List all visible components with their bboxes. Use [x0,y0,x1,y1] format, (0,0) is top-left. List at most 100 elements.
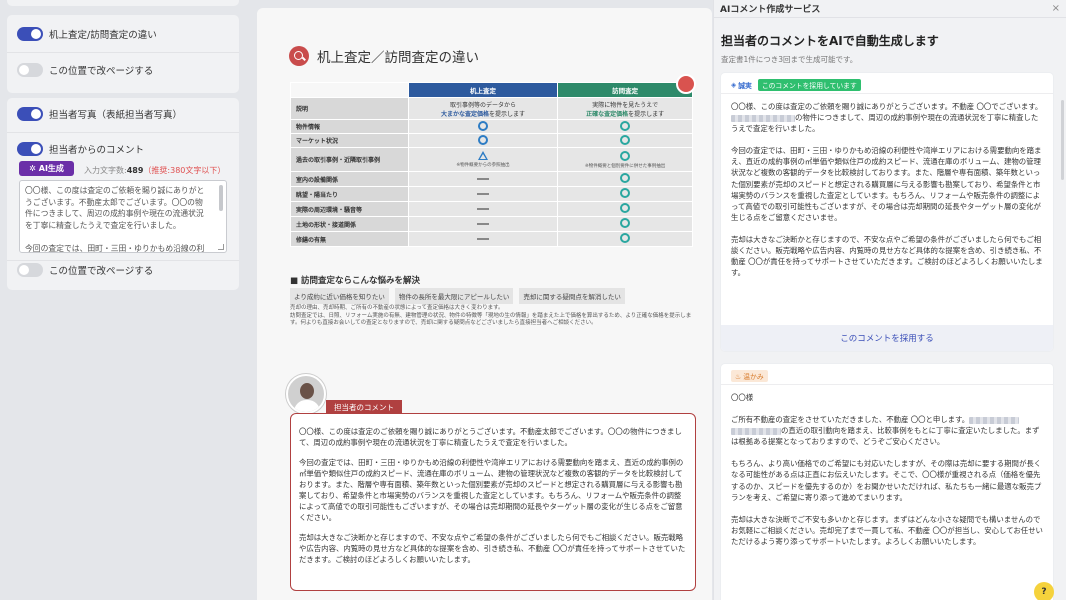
col-header-visit-label: 訪問査定 [612,87,639,95]
row-label: 過去の取引事例・近隣取引事例 [290,147,409,172]
redacted-text [731,114,795,122]
circle-mark-icon [620,203,631,213]
resize-grip-icon[interactable] [218,244,224,250]
circle-mark-icon [620,150,631,161]
hand-icon [676,74,696,94]
divider [7,132,239,133]
cell-visit [557,119,693,134]
dash-mark-icon [477,193,490,195]
circle-mark-icon [478,120,489,131]
row-label: マーケット状況 [290,133,409,148]
comment-option-2[interactable]: ♨ 温かみ 〇〇様 ご所有不動産の査定をさせていただきました、不動産 〇〇と申し… [721,364,1053,600]
photo-toggle-label: 担当者写真（表紙担当者写真） [49,110,183,121]
char-count-value: 489 [126,166,144,175]
circle-mark-icon [620,188,631,198]
dash-mark-icon [477,208,490,210]
pagebreak-row-1[interactable]: この位置で改ページする [17,63,153,77]
divider [714,17,1066,18]
comment-option-1[interactable]: ◈ 誠実 このコメントを採用しています 〇〇様、この度は査定のご依頼を賜り誠にあり… [721,73,1053,351]
desc-desk: 取引事例等のデータから 大まかな査定価格を提示します [407,97,559,120]
tone-badge-label: 温かみ [743,373,764,381]
desc-desk-text: 取引事例等のデータから [450,101,517,109]
comment-paragraph: 今回の査定では、田町・三田・ゆりかもめ沿線の利便性や湾岸エリアにおける需要動向を… [299,458,684,522]
table-corner [290,82,409,98]
cell-desk [407,119,559,134]
dash-mark-icon [477,178,490,180]
adopt-comment-button[interactable]: このコメントを採用する [721,325,1053,351]
tone-badge-label: 誠実 [738,82,752,90]
option-text: 売却は大きな決断でご不安も多いかと存じます。まずはどんな小さな疑問でも構いません… [731,514,1043,546]
ai-sparkle-icon: ✲ [29,164,36,173]
row-label: 眺望・陽当たり [290,186,409,202]
settings-card-compare: 机上査定/訪問査定の違い この位置で改ページする [7,15,239,93]
help-icon[interactable]: ? [1034,582,1054,600]
adopted-badge: このコメントを採用しています [757,79,861,91]
photo-toggle-row[interactable]: 担当者写真（表紙担当者写真） [17,107,182,121]
tone-badge: ◈ 誠実 [731,80,752,90]
redacted-text [969,416,1020,424]
close-icon[interactable]: × [1052,3,1060,14]
char-count-recommend: （推奨:380文字以下） [143,166,226,175]
tone-badge: ♨ 温かみ [731,370,768,382]
textarea-scrollbar[interactable] [219,185,223,211]
cell-desk [407,186,559,202]
worry-tag: より成約に近い価格を知りたい [290,288,389,304]
drawer-title: 担当者のコメントをAIで自動生成します [721,34,939,48]
cell-visit [557,216,693,232]
desc-visit-tail: を提示します [628,110,665,118]
ai-generate-label: AI生成 [38,164,64,173]
row-label: 修繕の有無 [290,231,409,247]
drawer-scrollbar[interactable] [1061,100,1064,180]
comment-textarea[interactable]: 〇〇様、この度は査定のご依頼を賜り誠にありがとうございます。不動産太郎でございま… [19,180,227,253]
compare-toggle-row[interactable]: 机上査定/訪問査定の違い [17,27,157,41]
cell-visit [557,186,693,202]
pagebreak-label-1: この位置で改ページする [49,66,154,77]
row-label: 物件情報 [290,119,409,134]
cell-visit [557,133,693,148]
option-text: もちろん、より高い価格でのご希望にも対応いたしますが、その際は売却に要する期間が… [731,459,1042,502]
circle-mark-icon [620,134,631,145]
circle-mark-icon [620,218,631,228]
char-count: 入力文字数:489（推奨:380文字以下） [84,165,225,176]
cell-desk [407,171,559,187]
divider [721,93,1053,94]
cell-visit: ※物件概要と個別要件に併せた事例抽出 [557,147,693,172]
cell-desk [407,216,559,232]
pagebreak-toggle-2[interactable] [17,263,43,277]
magnifier-icon [289,46,309,66]
option-text: 今回の査定では、田町・三田・ゆりかもめ沿線の利便性や湾岸エリアにおける需要動向を… [731,146,1042,222]
row-label: 説明 [290,97,409,120]
option-text: 〇〇様、この度は査定のご依頼を賜り誠にありがとうございます。不動産 〇〇でござい… [731,102,1043,111]
divider [721,384,1053,385]
settings-panel: 机上査定/訪問査定の違い この位置で改ページする 担当者写真（表紙担当者写真） … [0,0,248,600]
note-desk: ※物件概要からの参照抽出 [456,163,510,168]
row-label: 実際の周辺環境・騒音等 [290,201,409,217]
report-preview: 机上査定／訪問査定の違い 机上査定 訪問査定 説明 取引事例等のデータから 大ま… [257,8,712,600]
dash-mark-icon [477,238,490,240]
compare-toggle-label: 机上査定/訪問査定の違い [49,30,157,41]
drawer-header: AIコメント作成サービス × [714,0,1066,17]
option-text: 〇〇様 [731,393,754,402]
comment-paragraph: 売却は大きなご決断かと存じますので、不安な点やご希望の条件がございましたら何でも… [299,533,686,564]
desc-visit-text: 実際に物件を見たうえで [592,101,659,109]
worry-text: 売却の理由、売却時期、ご所有の不動産の状態によって査定価格は大きく変わります。 … [290,305,692,326]
comment-toggle-row[interactable]: 担当者からのコメント [17,142,144,156]
col-header-desk: 机上査定 [407,82,559,98]
char-count-label: 入力文字数: [84,166,127,175]
worry-title: ■ 訪問査定ならこんな悩みを解決 [290,276,420,286]
flame-icon: ♨ [735,373,742,381]
compare-toggle[interactable] [17,27,43,41]
pagebreak-label-2: この位置で改ページする [49,266,154,277]
option-badges: ♨ 温かみ [731,370,768,382]
comment-paragraph: 〇〇様、この度は査定のご依頼を賜り誠にありがとうございます。不動産太郎でございま… [299,427,682,447]
cell-desk: ※物件概要からの参照抽出 [407,147,559,172]
circle-mark-icon [620,233,631,243]
staff-avatar [286,374,326,414]
comment-toggle[interactable] [17,142,43,156]
pagebreak-toggle-1[interactable] [17,63,43,77]
ai-generate-button[interactable]: ✲ AI生成 [19,161,74,176]
pagebreak-row-2[interactable]: この位置で改ページする [17,263,153,277]
drawer-header-title: AIコメント作成サービス [720,5,821,15]
comment-textarea-text: 〇〇様、この度は査定のご依頼を賜り誠にありがとうございます。不動産太郎でございま… [25,186,205,253]
photo-toggle[interactable] [17,107,43,121]
